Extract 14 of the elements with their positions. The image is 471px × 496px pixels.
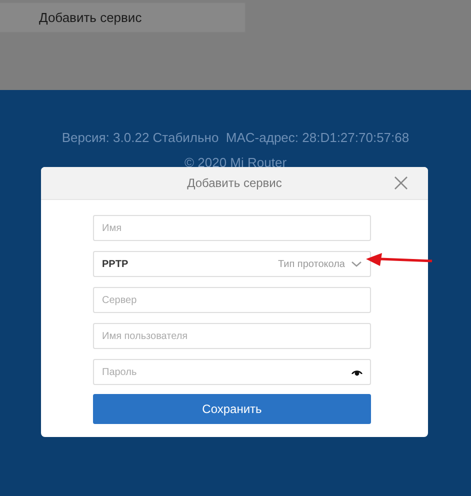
close-button[interactable] — [392, 174, 410, 192]
protocol-select[interactable]: PPTP Тип протокола — [93, 251, 371, 277]
dialog-title: Добавить сервис — [187, 176, 282, 190]
footer-text: Версия: 3.0.22 Стабильно MAC-адрес: 28:D1:27:70:57:68 — [62, 130, 410, 145]
add-service-button[interactable]: Добавить сервис — [0, 2, 246, 33]
arrow-drawing — [366, 252, 434, 268]
save-button[interactable]: Сохранить — [93, 394, 371, 424]
eye-icon[interactable] — [351, 368, 363, 376]
footer-text: © 2020 Mi Router — [184, 155, 287, 170]
password-field[interactable]: Пароль — [93, 359, 371, 385]
input-field[interactable]: Имя пользователя — [93, 323, 371, 349]
chevron-icon — [351, 261, 362, 267]
input-field[interactable]: Имя — [93, 215, 371, 241]
input-field[interactable]: Сервер — [93, 287, 371, 313]
